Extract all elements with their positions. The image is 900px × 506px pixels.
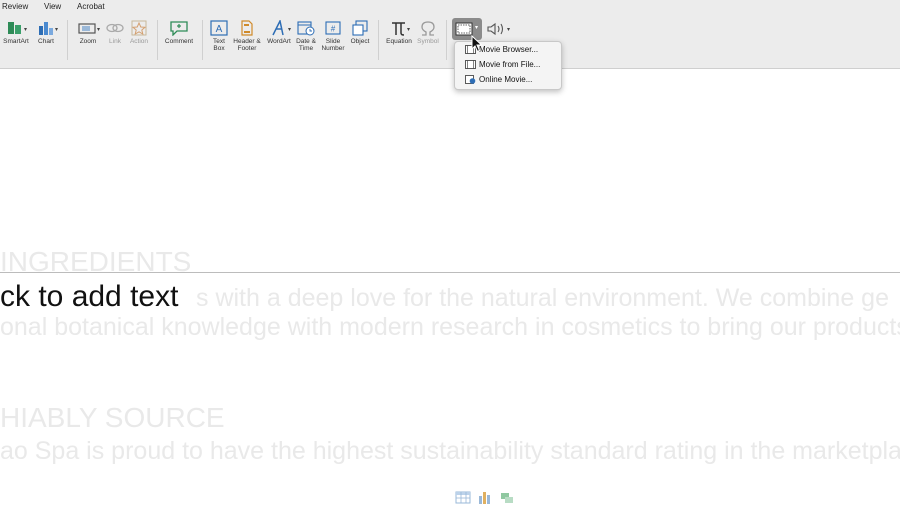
omega-icon [421,21,435,36]
video-chevron-icon: ▾ [475,25,479,31]
ghost-text-line-3: ao Spa is proud to have the highest sust… [0,437,900,465]
insert-ribbon: SmartArt ▾ Chart ▾ Zoom ▾ Link Action Co… [0,14,900,69]
wordart-chevron-icon[interactable]: ▾ [288,26,291,33]
slide-number-button[interactable]: # Slide Number [319,20,347,52]
chart-icon [39,22,53,35]
online-movie-label: Online Movie... [479,75,533,84]
film-icon [455,22,473,36]
pi-icon [392,22,405,36]
comment-button[interactable]: Comment [162,20,196,45]
chart-label: Chart [38,38,54,45]
insert-smartart-icon[interactable] [499,490,515,504]
date-time-label-1: Date & [296,38,316,45]
smartart-label: SmartArt [3,38,29,45]
ghost-text-line-2: onal botanical knowledge with modern res… [0,313,900,341]
header-footer-icon [241,20,253,36]
object-label: Object [350,38,370,45]
separator [446,20,447,60]
insert-table-icon[interactable] [455,490,471,504]
slide-number-icon: # [325,21,341,35]
text-box-button[interactable]: A Text Box [207,20,231,52]
separator [378,20,379,60]
zoom-label: Zoom [79,38,97,45]
equation-button[interactable]: Equation [383,20,415,45]
date-time-button[interactable]: Date & Time [294,20,318,52]
action-button[interactable]: Action [127,20,151,45]
text-box-label-2: Box [213,45,225,52]
action-label: Action [129,38,149,45]
menu-view[interactable]: View [44,2,61,11]
movie-from-file-item[interactable]: Movie from File... [465,59,540,71]
menu-bar: Review View Acrobat [0,0,900,14]
object-icon [352,20,368,36]
symbol-button[interactable]: Symbol [414,20,442,45]
audio-chevron-icon[interactable]: ▾ [507,26,510,33]
insert-chart-icon[interactable] [477,490,493,504]
svg-text:A: A [216,24,223,35]
slide-number-label-2: Number [321,45,345,52]
header-footer-label-2: Footer [237,45,257,52]
link-label: Link [109,38,121,45]
chart-chevron-icon[interactable]: ▾ [55,26,58,33]
separator [202,20,203,60]
smartart-chevron-icon[interactable]: ▾ [24,26,27,33]
equation-chevron-icon[interactable]: ▾ [407,26,410,33]
slide-number-label-1: Slide [325,38,341,45]
object-button[interactable]: Object [346,20,374,45]
calendar-clock-icon [297,21,315,36]
header-footer-label-1: Header & [233,38,261,45]
link-icon [106,23,124,33]
menu-acrobat[interactable]: Acrobat [77,2,105,11]
separator [157,20,158,60]
wordart-label: WordArt [267,38,291,45]
online-film-icon [465,75,476,85]
zoom-chevron-icon[interactable]: ▾ [97,26,100,33]
menu-review[interactable]: Review [2,2,28,11]
audio-speaker-icon[interactable] [486,22,508,36]
online-movie-item[interactable]: Online Movie... [465,74,532,86]
comment-label: Comment [164,38,194,45]
symbol-label: Symbol [417,38,439,45]
ghost-heading-source: HIABLY SOURCE [0,402,225,433]
wordart-icon [272,20,284,36]
date-time-label-2: Time [298,45,314,52]
mouse-pointer-icon [471,35,483,53]
text-placeholder[interactable]: ck to add text [0,280,178,314]
text-box-label-1: Text [213,38,225,45]
text-box-icon: A [210,20,228,36]
slide-divider-line [0,272,900,273]
action-star-icon [131,20,147,36]
header-footer-button[interactable]: Header & Footer [231,20,263,52]
movie-browser-label: Movie Browser... [479,45,539,54]
equation-label: Equation [386,38,412,45]
movie-from-file-label: Movie from File... [479,60,541,69]
smartart-button[interactable]: SmartArt [0,20,32,45]
separator [67,20,68,60]
svg-text:#: # [331,25,336,34]
comment-icon [170,21,188,36]
link-button[interactable]: Link [104,20,126,45]
film-strip-icon [465,60,476,70]
ghost-text-line-1: s with a deep love for the natural envir… [196,284,889,312]
zoom-icon [78,23,96,34]
ghost-heading-ingredients: INGREDIENTS [0,246,192,277]
